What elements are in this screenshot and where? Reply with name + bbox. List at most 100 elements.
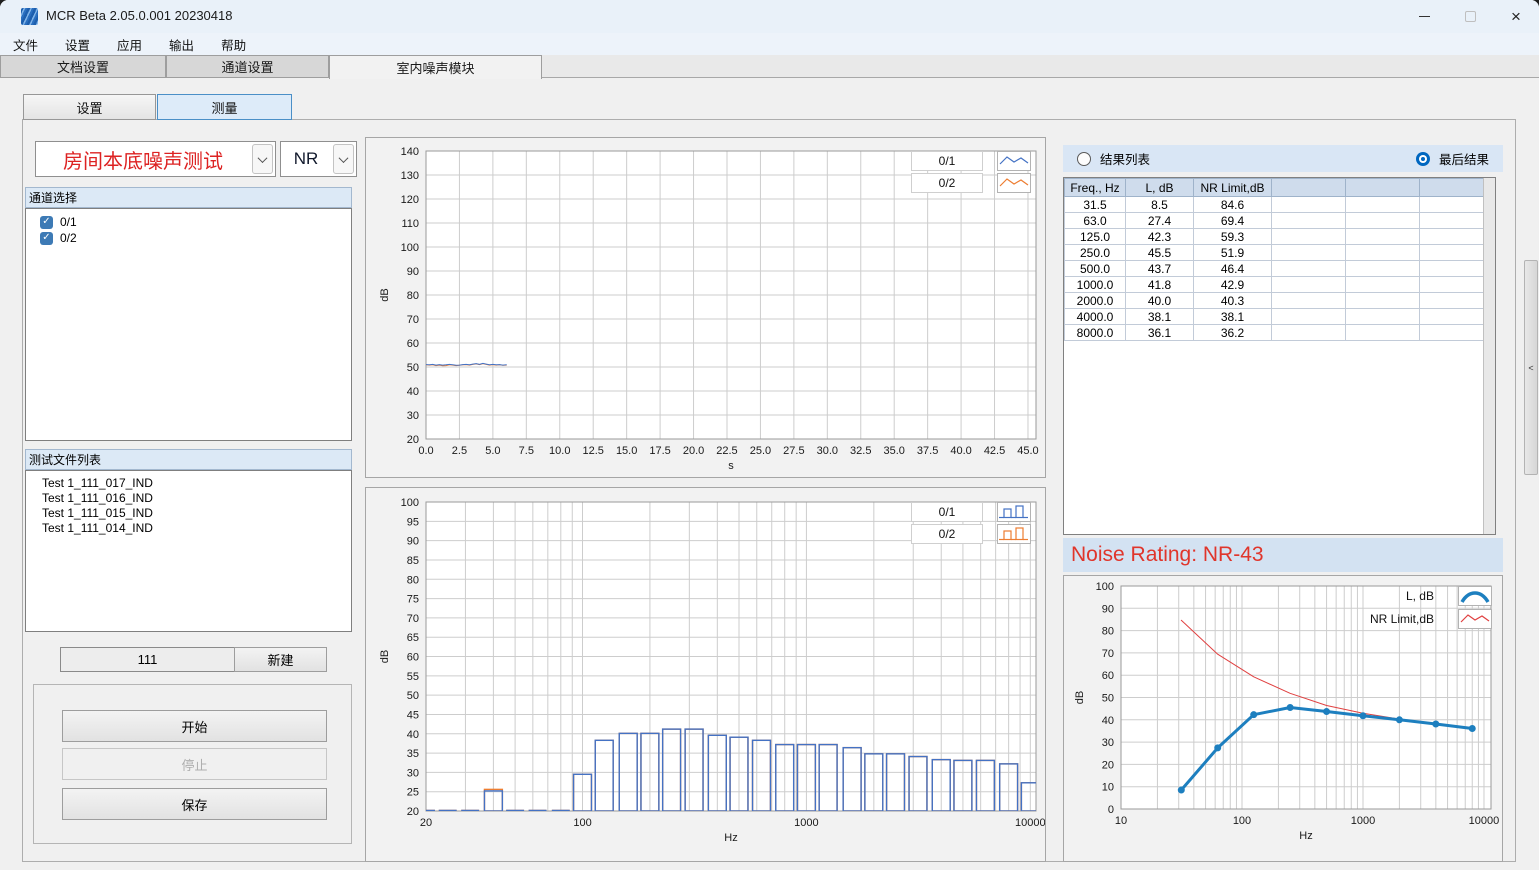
rating-dropdown-button[interactable] <box>333 144 354 174</box>
new-button[interactable]: 新建 <box>234 647 327 672</box>
svg-text:Hz: Hz <box>1299 830 1312 842</box>
svg-text:30.0: 30.0 <box>817 445 838 457</box>
channel-select-header: 通道选择 <box>25 187 352 208</box>
result-list-radio[interactable] <box>1077 152 1091 166</box>
maximize-button[interactable] <box>1447 0 1493 33</box>
legend-label: 0/2 <box>911 173 983 193</box>
channel-checkbox[interactable]: ✓ <box>40 216 53 229</box>
last-result-radio[interactable] <box>1416 152 1430 166</box>
last-result-radio-label[interactable]: 最后结果 <box>1439 149 1489 168</box>
legend-entry: L, dB <box>1312 584 1492 607</box>
svg-text:22.5: 22.5 <box>716 445 737 457</box>
table-cell: 40.3 <box>1194 293 1272 309</box>
menu-bar: 文件设置应用输出帮助 <box>0 33 1539 55</box>
svg-text:130: 130 <box>401 170 419 182</box>
file-name-input[interactable] <box>60 647 235 672</box>
file-list-item[interactable]: Test 1_111_017_IND <box>26 476 351 491</box>
svg-text:75: 75 <box>407 594 419 606</box>
table-cell: 45.5 <box>1126 245 1194 261</box>
table-cell: 27.4 <box>1126 213 1194 229</box>
channel-item-0-2[interactable]: ✓0/2 <box>26 230 351 246</box>
svg-text:60: 60 <box>407 652 419 664</box>
svg-text:5.0: 5.0 <box>485 445 500 457</box>
rating-type-combobox[interactable]: NR <box>280 141 357 177</box>
svg-text:95: 95 <box>407 516 419 528</box>
svg-text:45.0: 45.0 <box>1017 445 1038 457</box>
save-button[interactable]: 保存 <box>62 788 327 820</box>
table-row[interactable]: 500.043.746.4 <box>1065 261 1492 277</box>
table-header-row: Freq., HzL, dBNR Limit,dB <box>1065 179 1492 197</box>
test-type-combobox[interactable]: 房间本底噪声测试 <box>35 141 276 177</box>
table-cell <box>1272 293 1346 309</box>
table-row[interactable]: 31.58.584.6 <box>1065 197 1492 213</box>
table-cell <box>1346 229 1420 245</box>
table-scrollbar[interactable] <box>1483 178 1495 534</box>
svg-text:s: s <box>728 460 734 472</box>
table-cell <box>1346 197 1420 213</box>
file-list-header: 测试文件列表 <box>25 449 352 470</box>
table-cell <box>1420 197 1492 213</box>
close-button[interactable]: × <box>1493 0 1539 33</box>
svg-text:15.0: 15.0 <box>616 445 637 457</box>
table-header-cell <box>1420 179 1492 197</box>
file-list-item[interactable]: Test 1_111_015_IND <box>26 506 351 521</box>
tab-settings[interactable]: 设置 <box>23 94 156 120</box>
time_history-legend: 0/10/2 <box>911 150 1031 194</box>
main-tab-channel-settings[interactable]: 通道设置 <box>166 55 329 78</box>
svg-text:50: 50 <box>407 690 419 702</box>
time-history-chart: 20304050607080901001101201301400.02.55.0… <box>365 137 1046 478</box>
channel-item-0-1[interactable]: ✓0/1 <box>26 214 351 230</box>
collapse-panel-handle[interactable]: < <box>1524 260 1538 475</box>
svg-text:70: 70 <box>407 613 419 625</box>
table-cell: 250.0 <box>1065 245 1126 261</box>
tab-measure[interactable]: 测量 <box>157 94 292 120</box>
chevron-down-icon <box>339 153 349 163</box>
table-cell <box>1420 277 1492 293</box>
result-list-radio-label[interactable]: 结果列表 <box>1100 149 1150 168</box>
svg-text:27.5: 27.5 <box>783 445 804 457</box>
table-row[interactable]: 2000.040.040.3 <box>1065 293 1492 309</box>
svg-text:70: 70 <box>407 314 419 326</box>
stop-button[interactable]: 停止 <box>62 748 327 780</box>
channel-checkbox[interactable]: ✓ <box>40 232 53 245</box>
svg-text:10000: 10000 <box>1469 815 1500 827</box>
test-type-dropdown-button[interactable] <box>252 144 273 174</box>
results-table: Freq., HzL, dBNR Limit,dB31.58.584.663.0… <box>1064 178 1492 341</box>
svg-text:40.0: 40.0 <box>950 445 971 457</box>
svg-text:140: 140 <box>401 146 419 158</box>
svg-text:20: 20 <box>407 806 419 818</box>
file-list-item[interactable]: Test 1_111_016_IND <box>26 491 351 506</box>
menu-item-output[interactable]: 输出 <box>160 33 203 56</box>
svg-text:80: 80 <box>407 290 419 302</box>
table-cell: 36.1 <box>1126 325 1194 341</box>
table-cell <box>1272 213 1346 229</box>
table-row[interactable]: 63.027.469.4 <box>1065 213 1492 229</box>
table-row[interactable]: 8000.036.136.2 <box>1065 325 1492 341</box>
menu-item-settings[interactable]: 设置 <box>56 33 99 56</box>
legend-icon-box <box>997 502 1031 522</box>
table-row[interactable]: 250.045.551.9 <box>1065 245 1492 261</box>
main-tab-indoor-noise-module[interactable]: 室内噪声模块 <box>329 55 542 79</box>
channel-listbox[interactable]: ✓0/1✓0/2 <box>25 208 352 441</box>
legend-entry: 0/1 <box>911 501 1031 523</box>
main-tab-document-settings[interactable]: 文档设置 <box>0 55 166 78</box>
svg-text:17.5: 17.5 <box>649 445 670 457</box>
results-table-container: Freq., HzL, dBNR Limit,dB31.58.584.663.0… <box>1063 177 1496 535</box>
table-row[interactable]: 4000.038.138.1 <box>1065 309 1492 325</box>
start-button[interactable]: 开始 <box>62 710 327 742</box>
table-cell: 4000.0 <box>1065 309 1126 325</box>
menu-item-application[interactable]: 应用 <box>108 33 151 56</box>
minimize-button[interactable] <box>1401 0 1447 33</box>
svg-text:10000: 10000 <box>1015 817 1046 829</box>
file-listbox[interactable]: Test 1_111_017_INDTest 1_111_016_INDTest… <box>25 470 352 632</box>
svg-text:50: 50 <box>407 362 419 374</box>
table-cell: 500.0 <box>1065 261 1126 277</box>
menu-item-file[interactable]: 文件 <box>4 33 47 56</box>
file-list-item[interactable]: Test 1_111_014_IND <box>26 521 351 536</box>
table-row[interactable]: 125.042.359.3 <box>1065 229 1492 245</box>
menu-item-help[interactable]: 帮助 <box>212 33 255 56</box>
table-cell <box>1420 229 1492 245</box>
svg-text:100: 100 <box>573 817 591 829</box>
svg-text:1000: 1000 <box>794 817 818 829</box>
table-row[interactable]: 1000.041.842.9 <box>1065 277 1492 293</box>
